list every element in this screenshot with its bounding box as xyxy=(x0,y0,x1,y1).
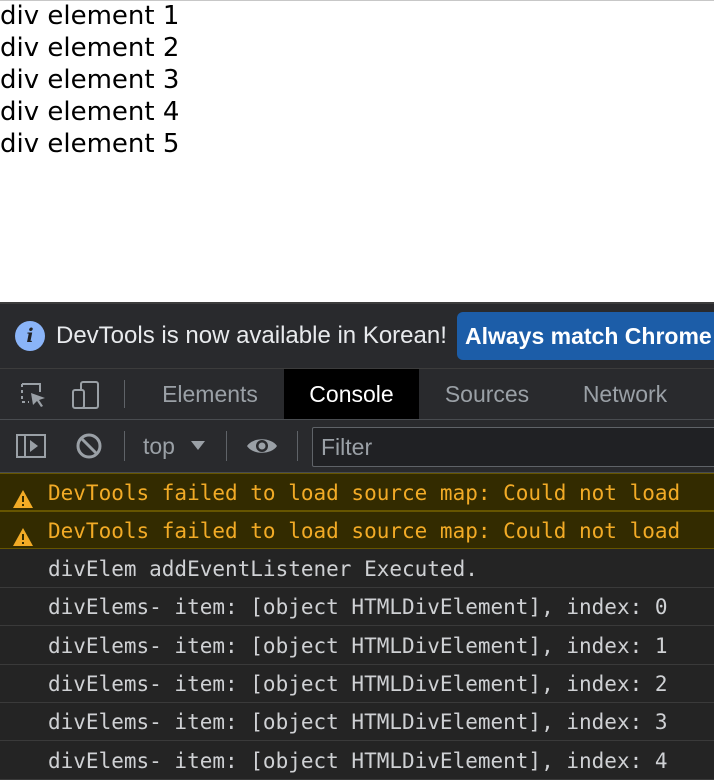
message-text: divElem addEventListener Executed. xyxy=(48,557,478,581)
page-div-2: div element 2 xyxy=(0,33,180,63)
toolbar-separator xyxy=(297,431,298,461)
warning-icon xyxy=(12,483,34,508)
console-log-message: divElems- item: [object HTMLDivElement],… xyxy=(0,703,714,741)
info-icon: i xyxy=(15,321,45,351)
filter-box xyxy=(312,427,714,467)
console-log-message: divElems- item: [object HTMLDivElement],… xyxy=(0,742,714,780)
message-text: divElems- item: [object HTMLDivElement],… xyxy=(48,634,668,658)
devtools-tabbar: Elements Console Sources Network xyxy=(0,369,714,420)
message-text: DevTools failed to load source map: Coul… xyxy=(48,519,681,543)
message-text: divElems- item: [object HTMLDivElement],… xyxy=(48,749,668,773)
page-div-5: div element 5 xyxy=(0,129,180,159)
tabbar-separator xyxy=(124,380,125,408)
console-toolbar: top xyxy=(0,420,714,473)
toolbar-separator xyxy=(226,431,227,461)
filter-input[interactable] xyxy=(321,428,714,466)
message-text: DevTools failed to load source map: Coul… xyxy=(48,481,681,505)
clear-console-icon[interactable] xyxy=(73,430,105,462)
tab-network[interactable]: Network xyxy=(560,369,690,419)
device-toolbar-icon[interactable] xyxy=(70,379,102,411)
infobar-message: DevTools is now available in Korean! xyxy=(56,322,447,349)
always-match-chrome-button[interactable]: Always match Chrome xyxy=(457,312,714,360)
page-div-3: div element 3 xyxy=(0,65,180,95)
tab-console[interactable]: Console xyxy=(284,369,419,419)
chevron-down-icon[interactable] xyxy=(191,441,205,450)
console-warning-message: DevTools failed to load source map: Coul… xyxy=(0,511,714,549)
tab-elements[interactable]: Elements xyxy=(140,369,280,419)
toolbar-separator xyxy=(124,431,125,461)
devtools-panel: i DevTools is now available in Korean! A… xyxy=(0,302,714,780)
inspect-element-icon[interactable] xyxy=(17,379,49,411)
console-log-message: divElems- item: [object HTMLDivElement],… xyxy=(0,627,714,665)
console-log-message: divElem addEventListener Executed. xyxy=(0,550,714,588)
warning-icon xyxy=(12,521,34,546)
console-log-message: divElems- item: [object HTMLDivElement],… xyxy=(0,665,714,703)
console-warning-message: DevTools failed to load source map: Coul… xyxy=(0,473,714,511)
page-content: div element 1 div element 2 div element … xyxy=(0,1,714,302)
message-text: divElems- item: [object HTMLDivElement],… xyxy=(48,710,668,734)
page-div-4: div element 4 xyxy=(0,97,180,127)
tab-sources[interactable]: Sources xyxy=(422,369,552,419)
console-log-message: divElems- item: [object HTMLDivElement],… xyxy=(0,588,714,626)
sidebar-toggle-icon[interactable] xyxy=(15,430,47,462)
page-div-1: div element 1 xyxy=(0,1,180,31)
message-text: divElems- item: [object HTMLDivElement],… xyxy=(48,595,668,619)
language-infobar: i DevTools is now available in Korean! A… xyxy=(0,304,714,369)
message-text: divElems- item: [object HTMLDivElement],… xyxy=(48,672,668,696)
eye-icon[interactable] xyxy=(245,430,277,462)
context-selector[interactable]: top xyxy=(143,420,175,472)
